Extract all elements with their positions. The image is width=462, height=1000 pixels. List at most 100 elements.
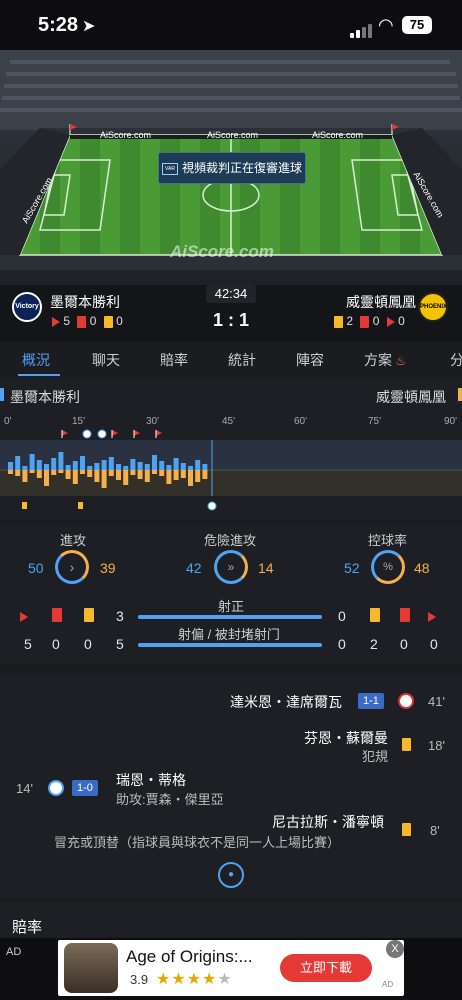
red-card-icon [360,315,370,328]
event-player[interactable]: 達米恩・達席爾瓦 [230,692,342,712]
stat-possession-away: 48 [414,560,430,576]
momentum-bar-away [144,470,150,482]
timeline-home-name: 墨爾本勝利 [10,389,80,405]
momentum-bar-away [8,470,13,474]
stat-danger-away: 14 [258,560,274,576]
home-team-name[interactable]: 墨爾本勝利 [50,292,120,312]
yellow-card-icon [334,315,343,328]
momentum-bar-home [123,466,129,470]
tab-lineups[interactable]: 陣容 [296,350,324,370]
match-clock: 42:34 [206,285,256,303]
momentum-bar-home [8,462,13,470]
momentum-bar-home [29,454,35,470]
away-team-logo[interactable]: PHOENIX [418,292,448,322]
event-detail: 冒充或頂替（指球員與球衣不是同一人上場比賽） [54,835,341,850]
momentum-bar-away [94,470,100,482]
corner-flag-icon [52,316,60,327]
momentum-bar-away [80,470,85,474]
tab-more[interactable]: 分 [450,350,462,370]
momentum-bar-away [130,470,136,475]
tab-chat[interactable]: 聊天 [92,350,120,370]
yellow-card-icon [103,315,113,328]
away-yellow-stat: 2 [370,636,378,652]
home-yellow-cards: 0 [116,314,123,328]
home-red-stat: 0 [52,636,60,652]
momentum-bar-home [144,464,150,470]
possession-ring: % [371,550,405,584]
location-arrow-icon: ➤ [82,18,96,35]
momentum-bar-home [36,460,42,470]
momentum-bar-away [44,470,49,486]
event-assist: 助攻:賈森・傑里亞 [116,792,224,807]
shots-off-bar [138,643,322,647]
shots-on-label: 射正 [218,599,245,614]
away-team-name[interactable]: 威靈頓鳳凰 [346,292,416,312]
home-red-cards: 0 [89,314,97,328]
event-score-badge: 1-0 [72,780,98,796]
ad-download-button[interactable]: 立即下載 [280,954,372,982]
momentum-bar-home [202,464,208,470]
goal-icon [48,780,64,796]
shots-off-label: 射偏 / 被封堵射门 [178,627,280,642]
event-minute: 14' [16,781,33,796]
stat-danger-home: 42 [186,560,202,576]
tab-stats[interactable]: 統計 [228,350,256,370]
ad-title[interactable]: Age of Origins:... [126,947,253,967]
red-card-icon [77,315,87,328]
stat-possession-label: 控球率 [368,533,408,548]
momentum-bar-away [202,470,208,479]
yellow-card-icon [402,823,411,836]
event-player[interactable]: 芬恩・蘇爾曼 [304,728,388,748]
battery-icon: 75 [402,16,432,34]
odds-section [0,903,462,938]
momentum-bar-home [80,456,85,470]
corner-flag-icon [20,612,28,622]
momentum-bar-away [51,470,57,475]
tab-overview[interactable]: 概況 [22,350,50,370]
ad-app-icon[interactable] [64,943,118,993]
event-player[interactable]: 瑞恩・蒂格 [116,770,186,790]
ad-close-button[interactable]: X [386,940,404,958]
momentum-bar-home [130,459,136,470]
board-ad: AiScore.com [207,130,259,140]
away-corners: 0 [398,314,405,328]
stat-danger-label: 危險進攻 [204,533,257,548]
momentum-bar-away [159,470,165,476]
momentum-bar-away [116,470,121,480]
momentum-bar-away [195,470,201,482]
event-score-badge: 1-1 [358,693,384,709]
stat-attack-label: 進攻 [60,533,87,548]
momentum-bar-away [166,470,172,484]
home-yellow-stat: 0 [84,636,92,652]
event-minute: 8' [430,823,440,838]
var-review-text: 視頻裁判正在復審進球 [181,161,302,175]
var-review-banner: VAR 視頻裁判正在復審進球 [158,152,306,184]
corner-flag-icon [428,612,436,622]
momentum-bar-away [137,470,143,479]
away-red-stat: 0 [400,636,408,652]
whistle-icon: ● [218,862,244,888]
momentum-bar-home [159,461,165,470]
stat-attack-away: 39 [100,560,116,576]
event-minute: 41' [428,694,445,709]
tab-odds[interactable]: 賠率 [160,350,188,370]
momentum-bar-away [123,470,129,485]
away-color-marker [458,388,462,401]
goal-icon [398,693,414,709]
signal-icon [350,20,374,38]
away-logo-text: PHOENIX [420,304,448,310]
danger-ring: » [214,550,248,584]
home-logo-text: Victory [15,303,39,310]
momentum-bar-home [44,464,49,470]
momentum-bar-home [65,465,71,470]
event-player[interactable]: 尼古拉斯・潘寧頓 [272,812,384,832]
attack-ring: › [55,550,89,584]
momentum-bar-home [22,466,28,470]
home-team-logo[interactable]: Victory [12,292,42,322]
momentum-bar-home [137,462,143,470]
tab-plans[interactable]: 方案 ♨ [364,350,406,370]
brand-watermark: AiScore.com [170,242,274,261]
momentum-bar-home [166,465,172,470]
momentum-bar-away [65,470,71,479]
shots-on-home: 3 [116,608,124,624]
